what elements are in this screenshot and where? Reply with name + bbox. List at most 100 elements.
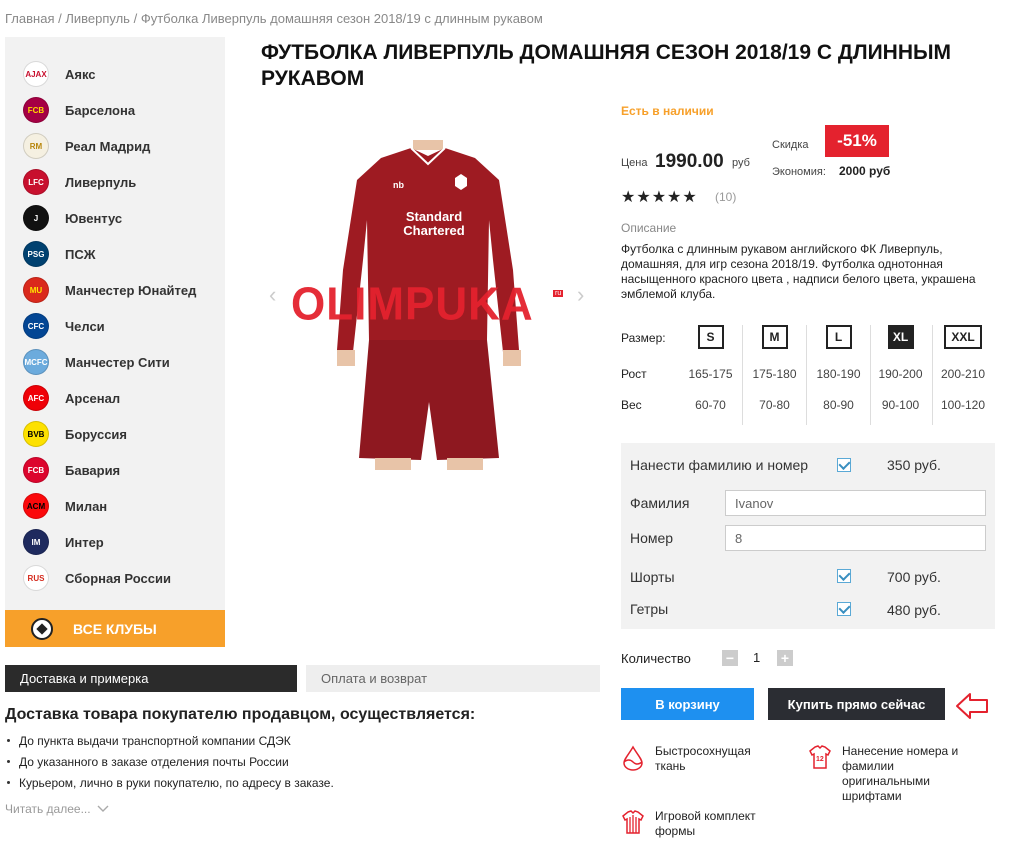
- sidebar-item-club[interactable]: CFC Челси: [23, 308, 105, 344]
- shorts-checkbox[interactable]: [837, 569, 851, 583]
- next-image-arrow[interactable]: ›: [577, 282, 584, 308]
- sidebar-item-club[interactable]: LFC Ливерпуль: [23, 164, 136, 200]
- discount-badge: -51%: [825, 125, 889, 157]
- economy-value: 2000 руб: [839, 164, 891, 178]
- club-crest-icon: MU: [23, 277, 49, 303]
- socks-checkbox[interactable]: [837, 602, 851, 616]
- brand-watermark-sup: ru: [553, 290, 564, 297]
- shorts-price: 700 руб.: [887, 569, 941, 585]
- description-text: Футболка с длинным рукавом английского Ф…: [621, 242, 976, 301]
- sidebar-item-club[interactable]: IM Интер: [23, 524, 104, 560]
- size-weight-value: 80-90: [823, 398, 854, 412]
- print-name-checkbox[interactable]: [837, 458, 851, 472]
- drop-icon: [623, 745, 643, 771]
- print-name-label: Нанести фамилию и номер: [630, 457, 809, 473]
- list-item: До указанного в заказе отделения почты Р…: [5, 754, 334, 775]
- size-weight-value: 70-80: [759, 398, 790, 412]
- product-image: nb Standard Chartered OLIMPUKA ru ‹ ›: [263, 140, 593, 470]
- club-crest-icon: FCB: [23, 457, 49, 483]
- price-value: 1990.00: [655, 151, 724, 172]
- add-to-cart-button[interactable]: В корзину: [621, 688, 754, 720]
- football-icon: [31, 617, 53, 640]
- size-column: M 175-180 70-80: [743, 325, 807, 425]
- description-label: Описание: [621, 221, 677, 235]
- review-count[interactable]: (10): [715, 190, 736, 204]
- discount-label: Скидка: [772, 139, 809, 151]
- socks-label: Гетры: [630, 601, 669, 617]
- customization-panel: Нанести фамилию и номер 350 руб. Фамилия…: [621, 443, 995, 629]
- all-clubs-label: ВСЕ КЛУБЫ: [73, 620, 157, 637]
- club-crest-icon: PSG: [23, 241, 49, 267]
- size-option-button[interactable]: M: [761, 325, 788, 349]
- buy-now-button[interactable]: Купить прямо сейчас: [768, 688, 945, 720]
- club-crest-icon: ACM: [23, 493, 49, 519]
- size-option-button[interactable]: XL: [887, 325, 914, 349]
- delivery-list: До пункта выдачи транспортной компании С…: [5, 733, 334, 796]
- feature-printing: 12 Нанесение номера и фамилии оригинальн…: [808, 744, 978, 804]
- sidebar-item-club[interactable]: FCB Бавария: [23, 452, 120, 488]
- all-clubs-button[interactable]: ВСЕ КЛУБЫ: [5, 610, 225, 647]
- brand-watermark: OLIMPUKA: [291, 278, 534, 331]
- sidebar-item-club[interactable]: AFC Арсенал: [23, 380, 120, 416]
- quantity-value[interactable]: 1: [753, 650, 760, 665]
- breadcrumb-liverpool[interactable]: Ливерпуль: [65, 11, 130, 26]
- sidebar-item-club[interactable]: MU Манчестер Юнайтед: [23, 272, 196, 308]
- sidebar-item-club[interactable]: RUS Сборная России: [23, 560, 171, 596]
- product-title: ФУТБОЛКА ЛИВЕРПУЛЬ ДОМАШНЯЯ СЕЗОН 2018/1…: [261, 41, 952, 90]
- shorts-label: Шорты: [630, 569, 675, 585]
- read-more-label: Читать далее...: [5, 802, 91, 816]
- size-option-button[interactable]: L: [825, 325, 852, 349]
- size-option-button[interactable]: XXL: [944, 325, 982, 349]
- club-crest-icon: AFC: [23, 385, 49, 411]
- number-input[interactable]: [725, 525, 986, 551]
- sidebar-item-club[interactable]: MCFC Манчестер Сити: [23, 344, 170, 380]
- club-name: Барселона: [65, 102, 136, 118]
- sidebar-item-club[interactable]: PSG ПСЖ: [23, 236, 95, 272]
- club-name: Ливерпуль: [65, 174, 137, 190]
- feature-text: Игровой комплект формы: [655, 809, 756, 838]
- tab-payment[interactable]: Оплата и возврат: [306, 665, 600, 692]
- breadcrumb: Главная / Ливерпуль / Футболка Ливерпуль…: [5, 11, 543, 26]
- quantity-plus-button[interactable]: +: [777, 650, 793, 666]
- sidebar-item-club[interactable]: J Ювентус: [23, 200, 122, 236]
- club-crest-icon: FCB: [23, 97, 49, 123]
- sidebar-item-club[interactable]: FCB Барселона: [23, 92, 135, 128]
- size-label: Размер:: [621, 331, 666, 345]
- shirt-sponsor: Standard Chartered: [403, 209, 465, 238]
- size-option-button[interactable]: S: [697, 325, 724, 349]
- arrow-left-icon: [956, 693, 988, 719]
- weight-label: Вес: [621, 398, 642, 412]
- club-crest-icon: J: [23, 205, 49, 231]
- club-crest-icon: MCFC: [23, 349, 49, 375]
- size-height-value: 175-180: [752, 367, 797, 381]
- prev-image-arrow[interactable]: ‹: [269, 282, 276, 308]
- sidebar-item-club[interactable]: RM Реал Мадрид: [23, 128, 150, 164]
- club-name: Интер: [65, 534, 104, 550]
- read-more-link[interactable]: Читать далее...: [5, 802, 109, 816]
- size-height-value: 190-200: [878, 367, 923, 381]
- quantity-minus-button[interactable]: −: [722, 650, 738, 666]
- surname-input[interactable]: [725, 490, 986, 516]
- size-height-value: 200-210: [940, 367, 986, 381]
- club-name: Боруссия: [65, 426, 127, 442]
- club-name: Милан: [65, 498, 108, 514]
- feature-text: Быстросохнущая ткань: [655, 744, 751, 773]
- breadcrumb-home[interactable]: Главная: [5, 11, 54, 26]
- size-height-value: 165-175: [688, 367, 733, 381]
- club-name: Аякс: [65, 66, 96, 82]
- list-item: До пункта выдачи транспортной компании С…: [5, 733, 334, 754]
- price-currency: руб: [732, 157, 750, 169]
- club-crest-icon: RM: [23, 133, 49, 159]
- feature-quick-dry: Быстросохнущая ткань: [621, 744, 781, 774]
- size-weight-value: 100-120: [940, 398, 986, 412]
- tab-delivery[interactable]: Доставка и примерка: [5, 665, 297, 692]
- club-crest-icon: AJAX: [23, 61, 49, 87]
- print-name-price: 350 руб.: [887, 457, 941, 473]
- club-name: Ювентус: [65, 210, 123, 226]
- club-name: Сборная России: [65, 570, 171, 586]
- sidebar-item-club[interactable]: BVB Боруссия: [23, 416, 127, 452]
- sidebar-item-club[interactable]: AJAX Аякс: [23, 56, 96, 92]
- rating-stars[interactable]: ★★★★★: [621, 187, 698, 207]
- surname-label: Фамилия: [630, 495, 690, 511]
- sidebar-item-club[interactable]: ACM Милан: [23, 488, 107, 524]
